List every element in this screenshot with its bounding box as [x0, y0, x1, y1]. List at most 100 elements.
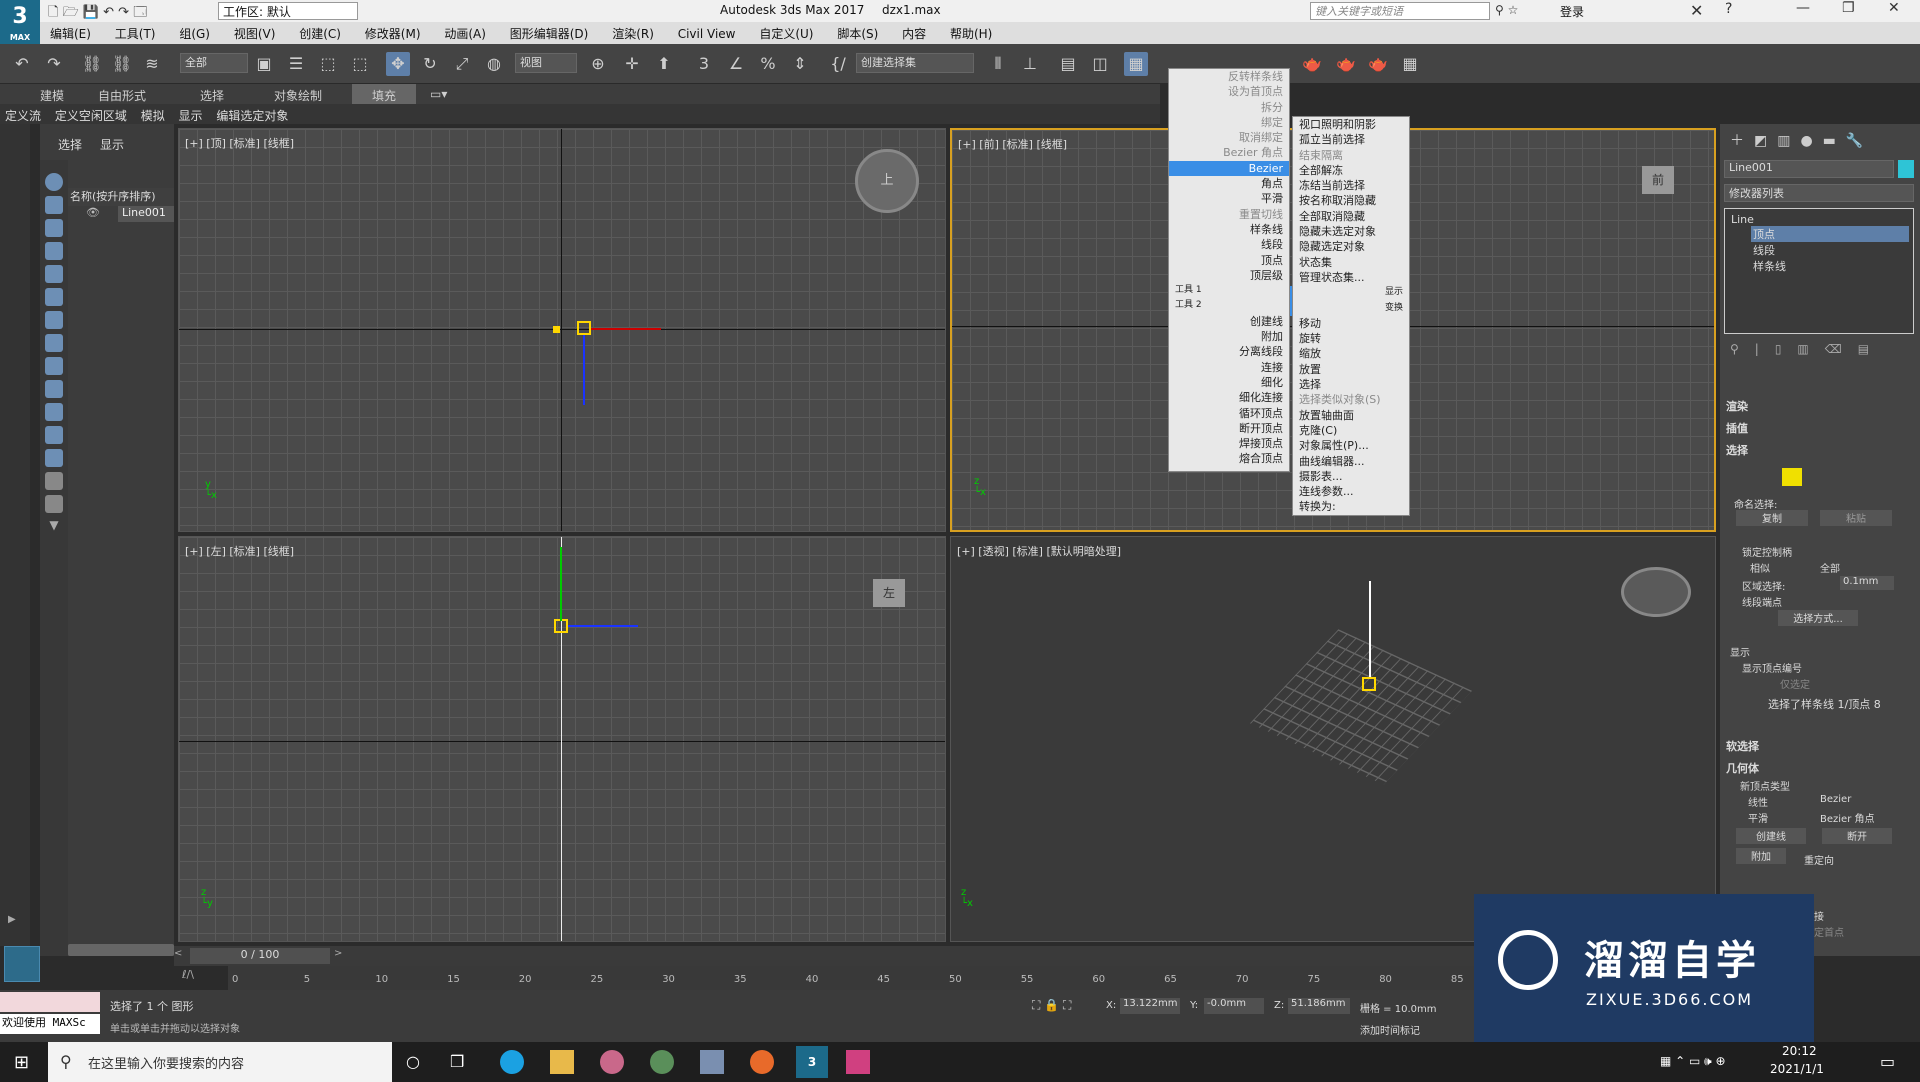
qm-unfreeze-all[interactable]: 全部解冻 — [1293, 163, 1409, 178]
all-radio[interactable]: 全部 — [1820, 560, 1840, 575]
bezier-radio[interactable]: Bezier — [1820, 794, 1851, 805]
scene-column-header[interactable]: 名称(按升序排序) — [68, 188, 174, 206]
attach-button[interactable]: 附加 — [1736, 848, 1786, 864]
viewcube-top[interactable]: 上 — [855, 149, 919, 213]
bind-space-warp-icon[interactable]: ≋ — [140, 52, 164, 76]
qm-object-properties[interactable]: 对象属性(P)... — [1293, 438, 1409, 453]
bezier-corner-radio[interactable]: Bezier 角点 — [1820, 810, 1874, 825]
search-input[interactable]: 键入关键字或短语 — [1310, 2, 1490, 20]
stack-vertex[interactable]: 顶点 — [1751, 226, 1909, 242]
object-color-swatch[interactable] — [1898, 160, 1914, 178]
modifier-list[interactable]: 修改器列表 — [1724, 184, 1914, 202]
display-helpers-icon[interactable] — [45, 265, 63, 283]
window-crossing-icon[interactable]: ⬚ — [348, 52, 372, 76]
qm-attach[interactable]: 附加 — [1169, 329, 1289, 344]
rollout-geometry[interactable]: 几何体 — [1726, 760, 1759, 776]
qm-fuse-vertices[interactable]: 熔合顶点 — [1169, 451, 1289, 466]
maxscript-welcome[interactable]: 欢迎使用 MAXSc — [0, 1014, 100, 1034]
qm-reset-tangents[interactable]: 重置切线 — [1169, 207, 1289, 222]
viewcube-left[interactable]: 左 — [873, 579, 905, 607]
display-spacewarps-icon[interactable] — [45, 288, 63, 306]
stack-spline[interactable]: 样条线 — [1725, 258, 1913, 274]
window-close-icon[interactable]: ✕ — [1888, 0, 1900, 16]
add-time-tag[interactable]: 添加时间标记 — [1360, 1022, 1420, 1037]
display-lights-icon[interactable] — [45, 219, 63, 237]
qm-manage-state-sets[interactable]: 管理状态集... — [1293, 270, 1409, 285]
menu-edit[interactable]: 编辑(E) — [40, 22, 101, 45]
menu-content[interactable]: 内容 — [892, 22, 936, 45]
menu-civil-view[interactable]: Civil View — [668, 24, 746, 44]
qm-create-line[interactable]: 创建线 — [1169, 314, 1289, 329]
qm-select-similar[interactable]: 选择类似对象(S) — [1293, 392, 1409, 407]
display-groups-icon[interactable] — [45, 311, 63, 329]
app-icon-3[interactable] — [700, 1050, 724, 1074]
quick-access-icons[interactable]: 🗋 🗁 💾 ↶ ↷ 🗔 — [48, 3, 168, 20]
snaps-toggle-icon[interactable]: 3 — [692, 52, 716, 76]
link-icon[interactable]: ⛓ — [80, 52, 104, 76]
viewcube-perspective[interactable] — [1621, 567, 1691, 617]
windows-start-icon[interactable]: ⊞ — [14, 1052, 29, 1073]
percent-snap-icon[interactable]: % — [756, 52, 780, 76]
display-xrefs-icon[interactable] — [45, 334, 63, 352]
isolate-toggle-icon[interactable]: ⛶ 🔒 ⛶ — [1032, 998, 1071, 1013]
qm-unhide-all[interactable]: 全部取消隐藏 — [1293, 209, 1409, 224]
qm-vertex[interactable]: 顶点 — [1169, 253, 1289, 268]
redo-icon[interactable]: ↷ — [42, 52, 66, 76]
rotate-icon[interactable]: ↻ — [418, 52, 442, 76]
gizmo-x-axis[interactable] — [591, 328, 661, 330]
qm-corner[interactable]: 角点 — [1169, 176, 1289, 191]
spinner-snap-icon[interactable]: ⇕ — [788, 52, 812, 76]
qm-curve-editor[interactable]: 曲线编辑器... — [1293, 454, 1409, 469]
qm-unhide-by-name[interactable]: 按名称取消隐藏 — [1293, 193, 1409, 208]
ribbon-toggle-icon[interactable]: ▦ — [1124, 52, 1148, 76]
restore-icon[interactable]: ❐ — [1842, 0, 1855, 16]
notification-icon[interactable]: ▭ — [1880, 1052, 1895, 1071]
qm-scale[interactable]: 缩放 — [1293, 346, 1409, 361]
display-containers-icon[interactable] — [45, 380, 63, 398]
spline-line001[interactable] — [1369, 581, 1371, 677]
track-bar[interactable]: 0 5 10 15 20 25 30 35 40 45 50 55 60 65 70 75 80 85 — [228, 966, 1478, 992]
prev-frame-icon[interactable]: < — [174, 948, 186, 964]
qm-smooth[interactable]: 平滑 — [1169, 191, 1289, 206]
render-icon[interactable]: 🫖 — [1334, 52, 1358, 76]
qm-select[interactable]: 选择 — [1293, 377, 1409, 392]
area-selection-checkbox[interactable]: 区域选择: — [1742, 578, 1785, 593]
ribbon-tab-object-paint[interactable]: 对象绘制 — [274, 87, 322, 104]
display-shapes-icon[interactable] — [45, 196, 63, 214]
gizmo-center[interactable] — [577, 321, 591, 335]
visibility-eye-icon[interactable]: 👁 — [86, 206, 100, 219]
help-icons[interactable]: ⚲ ☆ — [1495, 3, 1518, 17]
qm-weld-vertices[interactable]: 焊接顶点 — [1169, 436, 1289, 451]
qm-unbind[interactable]: 取消绑定 — [1169, 130, 1289, 145]
display-invert-icon[interactable] — [45, 495, 63, 513]
lock-handles-checkbox[interactable]: 锁定控制柄 — [1742, 544, 1792, 559]
app-icon-1[interactable] — [600, 1050, 624, 1074]
taskbar-search[interactable]: 在这里输入你要搜索的内容 — [48, 1042, 392, 1082]
qm-isolate-selection[interactable]: 孤立当前选择 — [1293, 132, 1409, 147]
3dsmax-taskbar-icon[interactable]: 3 — [796, 1046, 828, 1078]
stack-tool-icons[interactable]: ⚲|▯▥⌫▤ — [1730, 342, 1910, 358]
maxscript-listener[interactable] — [0, 992, 100, 1012]
qm-reverse-spline[interactable]: 反转样条线 — [1169, 69, 1289, 84]
scene-h-scrollbar[interactable] — [68, 944, 174, 956]
scene-tab-display[interactable]: 显示 — [100, 136, 124, 153]
clock-time[interactable]: 20:12 — [1782, 1044, 1817, 1058]
scene-explorer-icon[interactable]: ▤ — [1056, 52, 1080, 76]
menu-group[interactable]: 组(G) — [169, 22, 220, 45]
qm-refine[interactable]: 细化 — [1169, 375, 1289, 390]
qm-wire-parameters[interactable]: 连线参数... — [1293, 484, 1409, 499]
area-selection-spinner[interactable]: 0.1mm — [1840, 576, 1894, 590]
qm-state-sets[interactable]: 状态集 — [1293, 255, 1409, 270]
qm-convert-to[interactable]: 转换为: — [1293, 499, 1409, 514]
qm-move[interactable]: 移动 — [1293, 316, 1409, 331]
app-logo[interactable]: 3 MAX — [0, 0, 40, 44]
qm-detach-segment[interactable]: 分离线段 — [1169, 344, 1289, 359]
display-frozen-icon[interactable] — [45, 403, 63, 421]
rollout-soft-selection[interactable]: 软选择 — [1726, 738, 1759, 754]
qm-break-vertices[interactable]: 断开顶点 — [1169, 421, 1289, 436]
linear-radio[interactable]: 线性 — [1748, 794, 1768, 809]
display-none-icon[interactable] — [45, 472, 63, 490]
qm-connect[interactable]: 连接 — [1169, 360, 1289, 375]
viewport-left[interactable]: [+] [左] [标准] [线框] 左 z └y — [178, 536, 946, 942]
cortana-icon[interactable]: ○ — [406, 1052, 420, 1071]
